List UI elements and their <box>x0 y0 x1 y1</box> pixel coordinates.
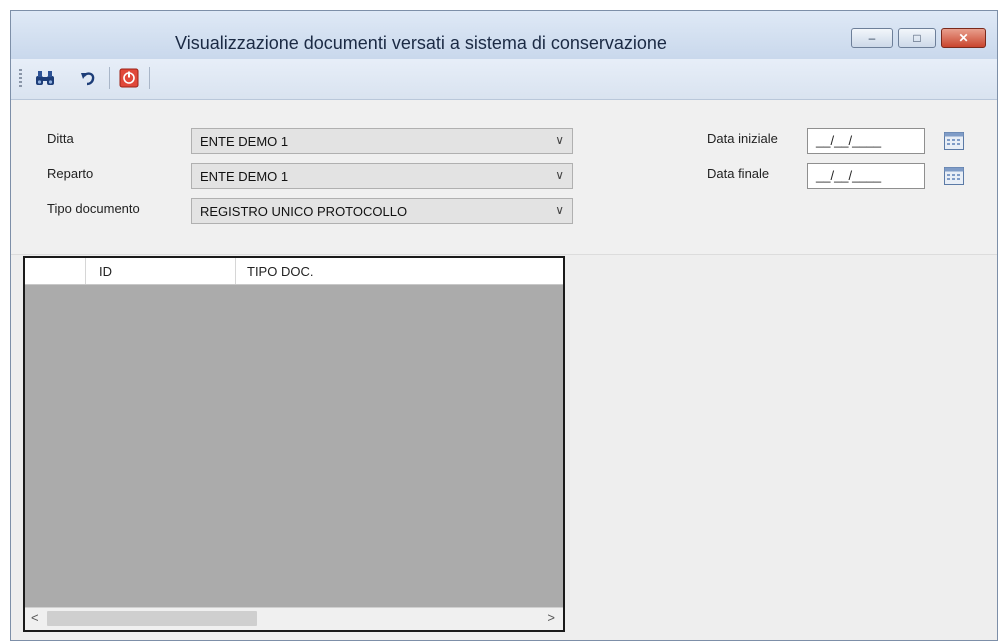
scroll-right-icon[interactable]: > <box>547 610 555 625</box>
reparto-dropdown[interactable]: ENTE DEMO 1 ∨ <box>191 163 573 189</box>
chevron-down-icon: ∨ <box>555 168 564 182</box>
toolbar-grip[interactable] <box>19 69 22 87</box>
undo-button[interactable] <box>77 67 101 89</box>
maximize-icon: □ <box>913 31 921 45</box>
filter-panel: Ditta ENTE DEMO 1 ∨ Reparto ENTE DEMO 1 … <box>11 100 997 255</box>
scroll-thumb[interactable] <box>47 611 257 626</box>
close-button[interactable]: ✕ <box>941 28 986 48</box>
data-finale-label: Data finale <box>707 166 770 181</box>
toolbar-separator <box>149 67 150 89</box>
calendar-icon <box>944 167 964 185</box>
close-icon: ✕ <box>958 31 969 45</box>
tipo-documento-value: REGISTRO UNICO PROTOCOLLO <box>200 204 408 219</box>
column-divider <box>85 258 86 284</box>
data-finale-value: __/__/____ <box>816 168 882 183</box>
column-divider <box>235 258 236 284</box>
toolbar <box>11 59 997 100</box>
scroll-left-icon[interactable]: < <box>31 610 39 625</box>
data-finale-calendar-button[interactable] <box>939 163 969 189</box>
calendar-icon <box>944 132 964 150</box>
column-header-tipo-doc[interactable]: TIPO DOC. <box>247 264 313 279</box>
data-iniziale-value: __/__/____ <box>816 133 882 148</box>
reparto-value: ENTE DEMO 1 <box>200 169 289 184</box>
exit-icon <box>119 68 139 88</box>
minimize-icon: – <box>868 31 876 45</box>
chevron-down-icon: ∨ <box>555 203 564 217</box>
minimize-button[interactable]: – <box>851 28 893 48</box>
ditta-label: Ditta <box>47 131 74 146</box>
column-header-id[interactable]: ID <box>99 264 112 279</box>
chevron-down-icon: ∨ <box>555 133 564 147</box>
documents-grid[interactable]: ID TIPO DOC. < > <box>23 256 565 632</box>
ditta-value: ENTE DEMO 1 <box>200 134 289 149</box>
binoculars-search-icon <box>36 71 54 85</box>
data-finale-input[interactable]: __/__/____ <box>807 163 925 189</box>
reparto-label: Reparto <box>47 166 94 181</box>
data-iniziale-label: Data iniziale <box>707 131 778 146</box>
tipo-documento-label: Tipo documento <box>47 201 140 216</box>
title-bar[interactable]: Visualizzazione documenti versati a sist… <box>11 11 997 59</box>
search-button[interactable] <box>33 67 57 89</box>
data-iniziale-calendar-button[interactable] <box>939 128 969 154</box>
undo-icon <box>81 72 95 86</box>
toolbar-separator <box>109 67 110 89</box>
data-iniziale-input[interactable]: __/__/____ <box>807 128 925 154</box>
tipo-documento-dropdown[interactable]: REGISTRO UNICO PROTOCOLLO ∨ <box>191 198 573 224</box>
maximize-button[interactable]: □ <box>898 28 936 48</box>
app-window: Visualizzazione documenti versati a sist… <box>10 10 998 641</box>
ditta-dropdown[interactable]: ENTE DEMO 1 ∨ <box>191 128 573 154</box>
horizontal-scrollbar[interactable]: < > <box>25 607 563 630</box>
grid-header: ID TIPO DOC. <box>25 258 563 285</box>
exit-button[interactable] <box>117 67 141 89</box>
window-title: Visualizzazione documenti versati a sist… <box>175 33 667 53</box>
